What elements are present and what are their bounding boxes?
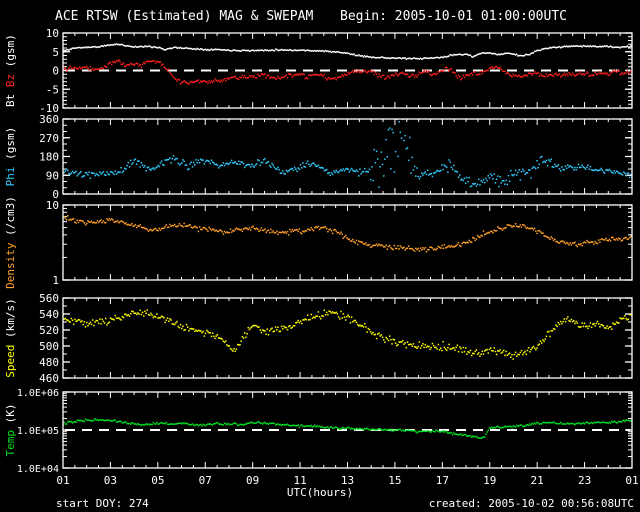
y-axis-label-bt-bz: Bt Bz (gsm) (4, 34, 17, 107)
ytick-label-temp: 1.0E+04 (17, 464, 59, 475)
ytick-label-bt-bz: 0 (52, 65, 59, 78)
created-timestamp: created: 2005-10-02 00:56:08UTC (428, 497, 634, 510)
start-doy-label: start DOY: 274 (56, 497, 149, 510)
ytick-label-speed: 560 (39, 292, 59, 305)
ytick-label-speed: 540 (39, 308, 59, 321)
begin-timestamp: Begin: 2005-10-01 01:00:00UTC (340, 9, 567, 24)
y-axis-label-density: Density (/cm3) (4, 196, 17, 289)
ytick-label-phi: 270 (39, 132, 59, 145)
y-axis-label-temp: Temp (K) (4, 404, 17, 457)
ytick-label-density: 1 (52, 274, 59, 287)
ytick-label-phi: 180 (39, 151, 59, 164)
ytick-label-bt-bz: -5 (46, 83, 59, 96)
ytick-label-bt-bz: 5 (52, 46, 59, 59)
ytick-label-phi: 90 (46, 169, 59, 182)
ytick-label-temp: 1.0E+05 (17, 426, 59, 437)
ytick-label-phi: 360 (39, 113, 59, 126)
ytick-label-speed: 480 (39, 356, 59, 369)
y-axis-label-speed: Speed (km/s) (4, 298, 17, 377)
ytick-label-temp: 1.0E+06 (17, 388, 59, 399)
ytick-label-speed: 500 (39, 340, 59, 353)
y-axis-label-phi: Phi (gsm) (4, 127, 17, 187)
ace-rtsw-plot: 10 5 0 -5 -10 Bt Bz (gsm) 360 270 180 90 0 Phi (gsm… (0, 0, 640, 512)
plot-title: ACE RTSW (Estimated) MAG & SWEPAM (55, 9, 314, 24)
ytick-label-bt-bz: 10 (46, 27, 59, 40)
ytick-label-speed: 460 (39, 372, 59, 385)
ytick-label-speed: 520 (39, 324, 59, 337)
ytick-label-density: 10 (46, 199, 59, 212)
plot-svg: 1050-5-10Bt Bz (gsm)360270180900Phi (gsm… (0, 0, 640, 512)
